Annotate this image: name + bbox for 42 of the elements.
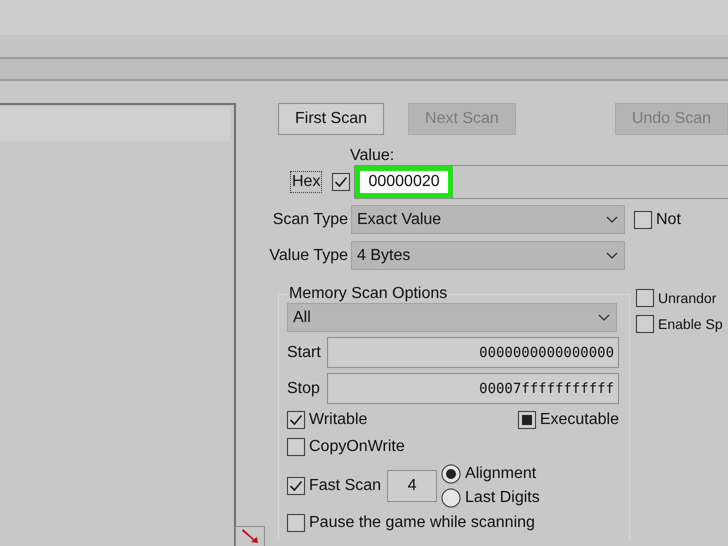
value-label: Value:: [350, 147, 396, 165]
flag-label: Executable: [540, 411, 619, 429]
checkbox[interactable]: [518, 411, 536, 429]
pointer-icon: [240, 527, 260, 543]
option-label: Unrandor: [658, 290, 716, 306]
option-label: Enable Sp: [658, 316, 723, 332]
scan-button[interactable]: First Scan: [278, 103, 384, 135]
chevron-down-icon: [598, 314, 610, 322]
start-label: Start: [287, 344, 321, 362]
radio-label: Alignment: [465, 465, 536, 483]
stop-label: Stop: [287, 380, 321, 398]
radio-button[interactable]: [441, 464, 462, 484]
pointer-icon-button[interactable]: [235, 526, 265, 546]
value-type-label: Value Type: [268, 246, 348, 264]
alignment-field[interactable]: 4: [387, 470, 438, 502]
stop-address-field[interactable]: 00007fffffffffff: [327, 373, 619, 404]
fast-scan-label: Fast Scan: [309, 477, 382, 495]
flag-label: Writable: [309, 411, 368, 429]
checkbox[interactable]: [287, 438, 305, 456]
checkbox[interactable]: [332, 173, 350, 191]
checkbox[interactable]: [636, 315, 654, 333]
not-label: Not: [656, 210, 681, 228]
pause-label: Pause the game while scanning: [309, 514, 535, 532]
scan-type-label: Scan Type: [272, 210, 348, 228]
checkbox[interactable]: [636, 289, 654, 307]
checkbox[interactable]: [287, 477, 305, 495]
start-address-field[interactable]: 0000000000000000: [327, 337, 619, 368]
hex-label: Hex: [290, 171, 322, 193]
checkbox[interactable]: [634, 210, 652, 228]
radio-label: Last Digits: [465, 489, 540, 507]
value-input-field[interactable]: 00000020: [354, 165, 728, 199]
flag-label: CopyOnWrite: [309, 438, 405, 456]
scan-type-dropdown[interactable]: Exact Value: [351, 205, 625, 234]
value-type-dropdown[interactable]: 4 Bytes: [351, 241, 625, 270]
chevron-down-icon: [606, 252, 618, 260]
checkbox[interactable]: [287, 514, 305, 532]
value-text: 00000020: [368, 173, 440, 191]
region-dropdown[interactable]: All: [287, 303, 617, 332]
radio-button[interactable]: [441, 488, 462, 508]
chevron-down-icon: [606, 216, 618, 224]
checkbox[interactable]: [287, 411, 305, 429]
group-title: Memory Scan Options: [288, 285, 448, 303]
